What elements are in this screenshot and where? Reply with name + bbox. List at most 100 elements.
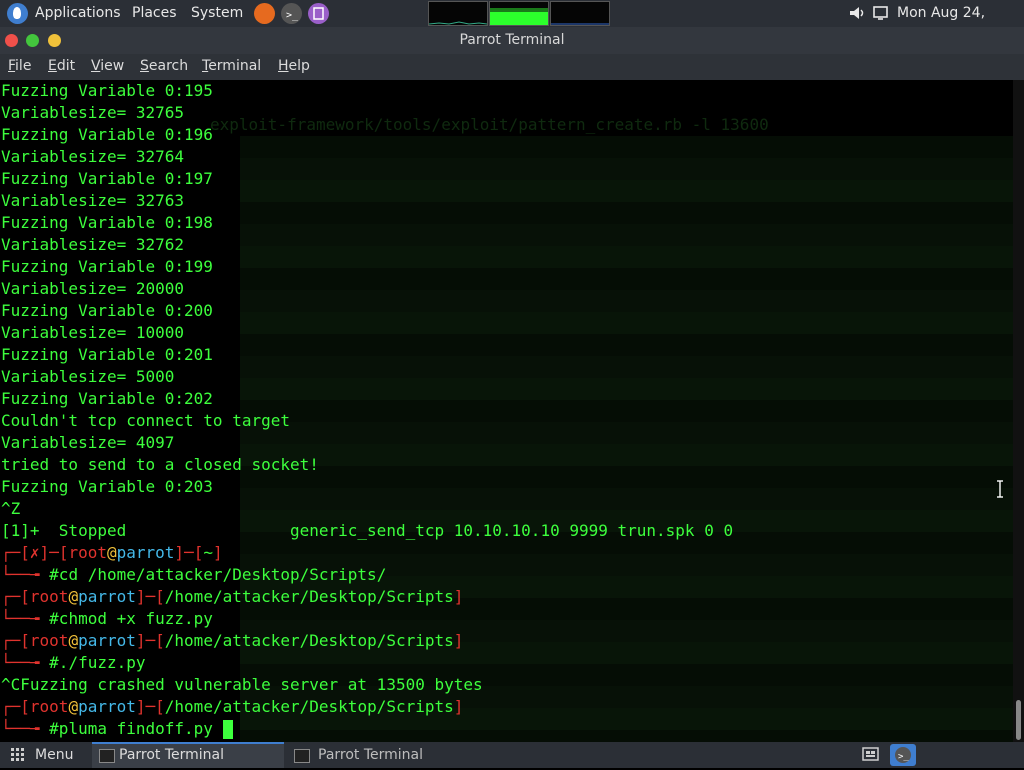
prompt-error-mark: ✗	[29, 543, 40, 562]
background-row	[240, 444, 1013, 466]
terminal-line: Variablesize= 32762	[1, 235, 185, 254]
prompt-user: root	[68, 543, 107, 562]
places-menu[interactable]: Places	[132, 0, 177, 27]
terminal-line: Fuzzing Variable 0:199	[1, 257, 213, 276]
terminal-command: └──╼ #chmod +x fuzz.py	[1, 609, 213, 628]
prompt-directory: /home/attacker/Desktop/Scripts	[164, 697, 454, 716]
bottom-taskbar: Menu Parrot Terminal Parrot Terminal >_	[0, 742, 1024, 768]
terminal-command: └──╼ #./fuzz.py	[1, 653, 146, 672]
terminal-line: Fuzzing Variable 0:201	[1, 345, 213, 364]
window-title: Parrot Terminal	[459, 32, 565, 48]
clock[interactable]: Mon Aug 24, 04:22	[897, 0, 1024, 48]
prompt-user: root	[29, 697, 69, 716]
terminal-task-icon	[294, 749, 310, 763]
background-row	[240, 334, 1013, 356]
terminal-line: Fuzzing Variable 0:202	[1, 389, 213, 408]
cpu-monitor	[428, 1, 488, 26]
terminal-prompt: ┌─[root@parrot]─[/home/attacker/Desktop/…	[1, 587, 464, 606]
terminal-line: Fuzzing Variable 0:198	[1, 213, 213, 232]
background-row	[240, 290, 1013, 312]
top-panel: Applications Places System >_ Mon Aug 24…	[0, 0, 1024, 48]
taskbar-task-active[interactable]: Parrot Terminal	[92, 742, 284, 768]
terminal-line: Fuzzing Variable 0:200	[1, 301, 213, 320]
background-row	[240, 136, 1013, 158]
text-cursor-ibeam-icon	[997, 480, 1003, 498]
terminal-launcher-icon[interactable]: >_	[281, 3, 302, 24]
svg-text:>_: >_	[898, 752, 909, 762]
terminal-line: Fuzzing Variable 0:197	[1, 169, 213, 188]
background-row	[240, 466, 1013, 488]
background-row	[240, 422, 1013, 444]
terminal-task-icon	[99, 749, 115, 763]
terminal-cursor	[222, 720, 233, 739]
terminal-prompt: ┌─[root@parrot]─[/home/attacker/Desktop/…	[1, 697, 464, 716]
terminal-line: Couldn't tcp connect to target	[1, 411, 290, 430]
background-row	[240, 224, 1013, 246]
prompt-host: parrot	[116, 543, 175, 562]
terminal-output[interactable]: exploit-framework/tools/exploit/pattern_…	[0, 80, 1013, 742]
taskbar-menu-button[interactable]: Menu	[35, 742, 73, 768]
menu-help[interactable]: Help	[278, 58, 310, 74]
taskbar-task-label: Parrot Terminal	[119, 747, 225, 763]
terminal-line: Variablesize= 32763	[1, 191, 185, 210]
background-row	[240, 378, 1013, 400]
command-text: #pluma findoff.py	[49, 719, 213, 738]
display-icon[interactable]	[872, 5, 890, 25]
background-row	[240, 400, 1013, 422]
prompt-directory: ~	[203, 543, 213, 562]
terminal-menubar: File Edit View Search Terminal Help	[0, 54, 1024, 80]
taskbar-task-label: Parrot Terminal	[318, 747, 424, 763]
system-menu[interactable]: System	[191, 0, 243, 27]
parrot-logo-icon[interactable]	[7, 3, 28, 24]
volume-icon[interactable]	[848, 4, 866, 26]
grid-menu-icon[interactable]	[11, 748, 25, 766]
terminal-line: Variablesize= 20000	[1, 279, 185, 298]
menu-terminal[interactable]: Terminal	[202, 58, 261, 74]
network-monitor	[550, 1, 610, 26]
scrollbar-thumb[interactable]	[1016, 700, 1021, 740]
memory-monitor	[489, 1, 549, 26]
menu-view[interactable]: View	[91, 58, 124, 74]
terminal-line: Fuzzing Variable 0:196	[1, 125, 213, 144]
background-row	[240, 158, 1013, 180]
prompt-host: parrot	[78, 631, 136, 650]
text-editor-icon[interactable]	[308, 3, 329, 24]
command-text: #./fuzz.py	[49, 653, 146, 672]
terminal-prompt: ┌─[root@parrot]─[/home/attacker/Desktop/…	[1, 631, 464, 650]
applications-menu[interactable]: Applications	[35, 0, 121, 27]
command-text: #cd /home/attacker/Desktop/Scripts/	[49, 565, 387, 584]
prompt-host: parrot	[78, 697, 136, 716]
workspace-switcher-icon[interactable]	[862, 746, 880, 763]
terminal-line: Fuzzing Variable 0:203	[1, 477, 213, 496]
terminal-line: Variablesize= 32765	[1, 103, 185, 122]
menu-search[interactable]: Search	[140, 58, 188, 74]
prompt-user: root	[29, 631, 69, 650]
menu-edit[interactable]: Edit	[48, 58, 75, 74]
terminal-command: └──╼ #cd /home/attacker/Desktop/Scripts/	[1, 565, 387, 584]
terminal-tray-icon[interactable]: >_	[890, 744, 916, 766]
firefox-icon[interactable]	[254, 3, 275, 24]
command-text: #chmod +x fuzz.py	[49, 609, 213, 628]
prompt-host: parrot	[78, 587, 136, 606]
background-row	[240, 488, 1013, 510]
taskbar-task[interactable]: Parrot Terminal	[290, 742, 490, 768]
terminal-line: Variablesize= 4097	[1, 433, 175, 452]
terminal-line: ^CFuzzing crashed vulnerable server at 1…	[1, 675, 483, 694]
prompt-directory: /home/attacker/Desktop/Scripts	[164, 587, 454, 606]
prompt-directory: /home/attacker/Desktop/Scripts	[164, 631, 454, 650]
terminal-scrollbar[interactable]	[1013, 80, 1024, 742]
terminal-line: tried to send to a closed socket!	[1, 455, 319, 474]
background-row	[240, 268, 1013, 290]
terminal-line: Variablesize= 32764	[1, 147, 185, 166]
background-row	[240, 730, 1013, 742]
background-row	[240, 180, 1013, 202]
terminal-prompt: ┌─[✗]─[root@parrot]─[~]	[1, 543, 223, 562]
prompt-user: root	[29, 587, 69, 606]
background-row	[240, 246, 1013, 268]
window-titlebar[interactable]: Parrot Terminal	[0, 27, 1024, 54]
menu-file[interactable]: File	[8, 58, 31, 74]
terminal-line: ^Z	[1, 499, 21, 518]
terminal-command: └──╼ #pluma findoff.py	[1, 718, 233, 740]
background-row	[240, 356, 1013, 378]
terminal-line: Fuzzing Variable 0:195	[1, 81, 213, 100]
